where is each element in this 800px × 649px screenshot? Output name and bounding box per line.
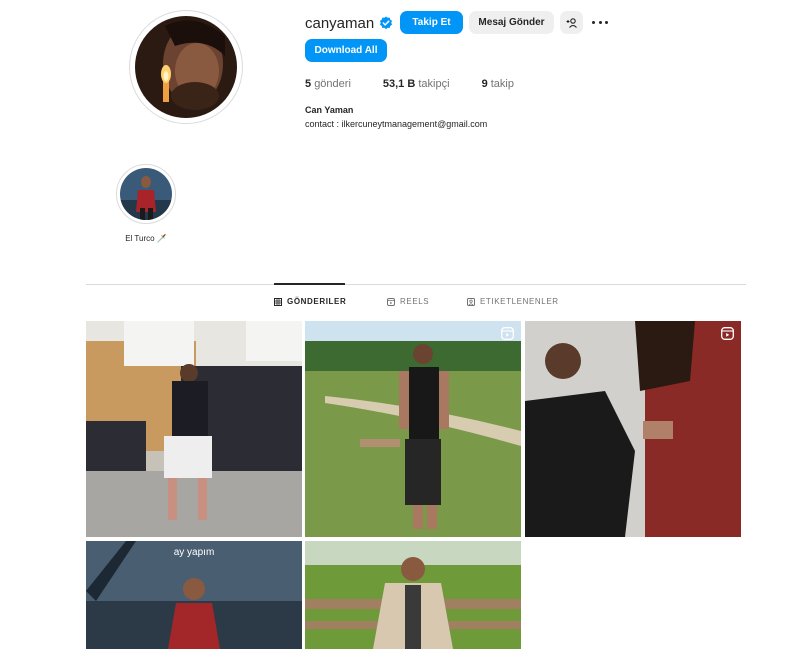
- post-thumbnail[interactable]: [86, 321, 302, 537]
- post-caption-text: ay yapım: [174, 547, 215, 558]
- posts-count: 5 gönderi: [305, 78, 351, 90]
- post-thumbnail[interactable]: [305, 321, 521, 537]
- bio-text: contact : ilkercuneytmanagement@gmail.co…: [305, 119, 488, 129]
- reel-icon: [501, 327, 514, 340]
- tab-tagged[interactable]: ETIKETLENENLER: [467, 297, 559, 306]
- profile-stats: 5 gönderi 53,1 B takipçi 9 takip: [305, 78, 546, 90]
- highlight-cover: [120, 168, 172, 220]
- more-options-button[interactable]: [591, 14, 609, 30]
- followers-count[interactable]: 53,1 B takipçi: [383, 78, 450, 90]
- message-button[interactable]: Mesaj Gönder: [469, 11, 554, 34]
- more-dot: [598, 20, 602, 24]
- tabs-divider: [86, 284, 746, 285]
- verified-badge-icon: [380, 16, 393, 30]
- suggested-users-button[interactable]: [560, 11, 583, 34]
- username-row: canyaman: [305, 11, 393, 35]
- following-count[interactable]: 9 takip: [482, 78, 514, 90]
- highlight-ring: [116, 164, 176, 224]
- tagged-person-icon: [467, 297, 475, 306]
- download-all-button[interactable]: Download All: [305, 39, 387, 62]
- post-thumbnail[interactable]: [305, 541, 521, 649]
- highlight-label: El Turco 🗡️: [125, 234, 167, 243]
- post-image: [525, 321, 741, 537]
- tab-reels[interactable]: REELS: [387, 297, 429, 306]
- story-highlight[interactable]: El Turco 🗡️: [116, 164, 176, 243]
- reels-icon: [387, 297, 395, 306]
- grid-icon: [274, 297, 282, 306]
- reel-icon: [721, 327, 734, 340]
- post-image: ay yapım: [86, 541, 302, 649]
- full-name: Can Yaman: [305, 105, 354, 115]
- post-image: [86, 321, 302, 537]
- post-image: [305, 541, 521, 649]
- post-thumbnail[interactable]: [525, 321, 741, 537]
- active-tab-indicator: [274, 283, 345, 285]
- post-thumbnail[interactable]: ay yapım: [86, 541, 302, 649]
- profile-avatar[interactable]: [129, 10, 243, 124]
- more-dot: [592, 20, 595, 24]
- username: canyaman: [305, 14, 375, 32]
- tab-posts[interactable]: GÖNDERILER: [274, 297, 346, 306]
- profile-avatar-image: [135, 16, 237, 118]
- add-person-icon: [566, 17, 577, 28]
- more-dot: [605, 20, 608, 24]
- post-image: [305, 321, 521, 537]
- follow-button[interactable]: Takip Et: [400, 11, 463, 34]
